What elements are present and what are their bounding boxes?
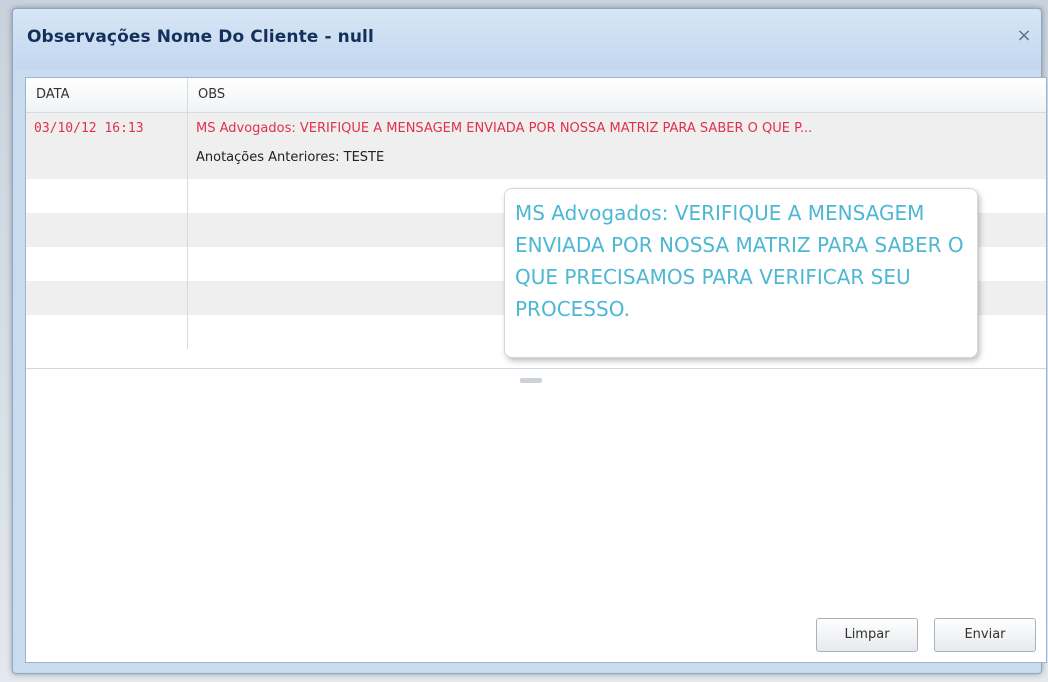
row-date [26, 315, 188, 349]
send-button[interactable]: Enviar [934, 618, 1036, 652]
table-row[interactable]: 03/10/12 16:13 MS Advogados: VERIFIQUE A… [26, 113, 1046, 179]
row-date: 03/10/12 16:13 [26, 113, 188, 179]
dialog-actions: Limpar Enviar [816, 618, 1036, 652]
row-obs-text: MS Advogados: VERIFIQUE A MENSAGEM ENVIA… [196, 121, 813, 136]
resize-splitter-handle[interactable] [520, 378, 542, 383]
dialog-body: DATA OBS 03/10/12 16:13 MS Advogados: VE… [25, 77, 1047, 663]
observation-tooltip: MS Advogados: VERIFIQUE A MENSAGEM ENVIA… [504, 188, 978, 358]
dialog-titlebar[interactable]: Observações Nome Do Cliente - null × [13, 9, 1041, 69]
column-header-obs[interactable]: OBS [188, 78, 1046, 112]
row-obs-previous-notes: Anotações Anteriores: TESTE [196, 150, 385, 165]
grid-header: DATA OBS [26, 78, 1046, 113]
row-date [26, 281, 188, 315]
column-header-data[interactable]: DATA [26, 78, 188, 112]
row-date [26, 179, 188, 213]
observations-dialog: Observações Nome Do Cliente - null × DAT… [12, 8, 1047, 674]
row-obs-cell: MS Advogados: VERIFIQUE A MENSAGEM ENVIA… [188, 113, 1046, 179]
row-date [26, 213, 188, 247]
dialog-title: Observações Nome Do Cliente - null [27, 27, 374, 47]
close-icon[interactable]: × [1013, 25, 1035, 47]
row-date [26, 247, 188, 281]
clear-button[interactable]: Limpar [816, 618, 918, 652]
